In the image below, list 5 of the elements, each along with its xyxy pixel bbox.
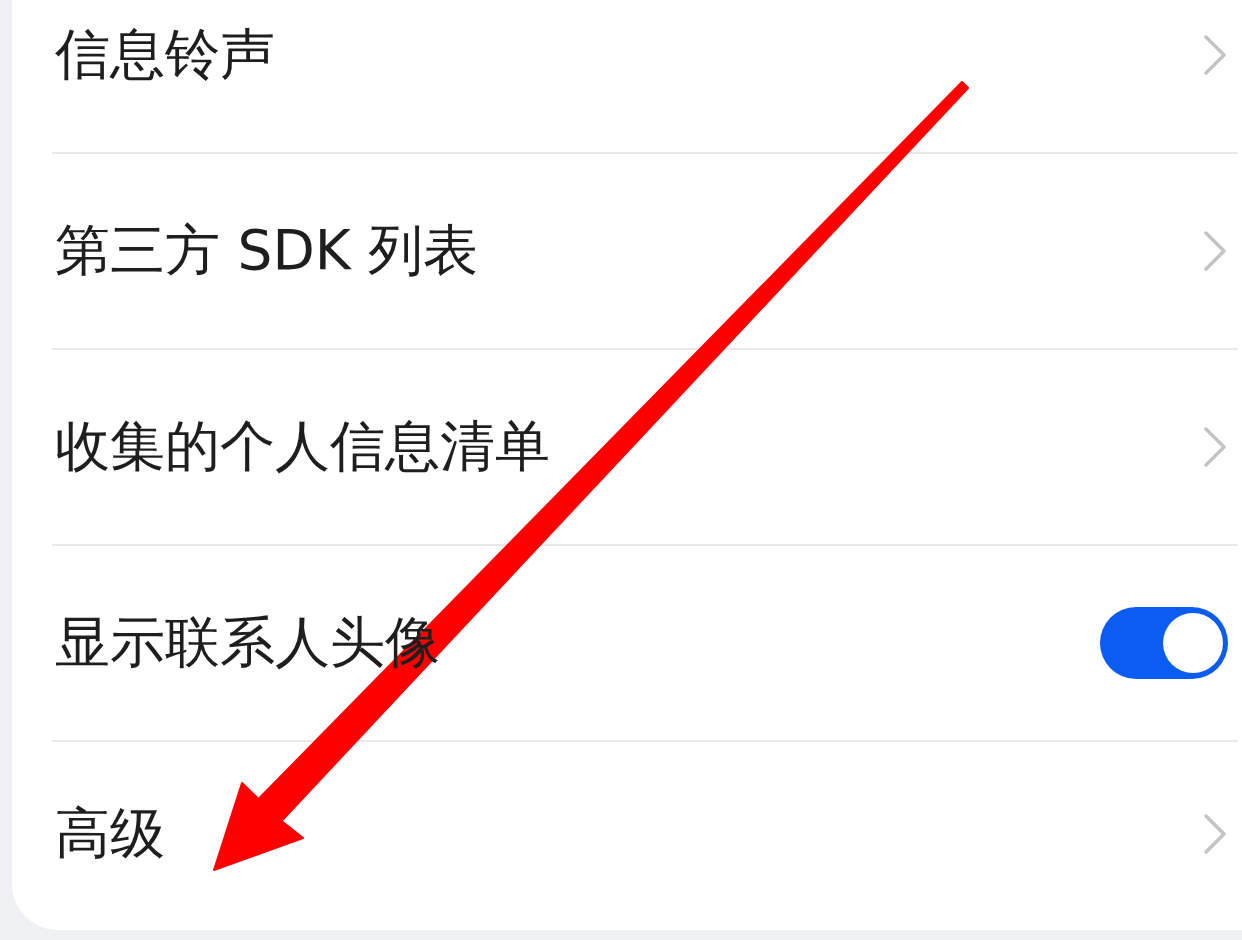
settings-row[interactable]: 信息铃声 <box>52 0 1238 152</box>
chevron-right-icon <box>1204 34 1226 75</box>
chevron-right-icon <box>1204 814 1226 854</box>
chevron-right-icon <box>1204 427 1226 467</box>
chevron-right-icon <box>1204 231 1226 271</box>
